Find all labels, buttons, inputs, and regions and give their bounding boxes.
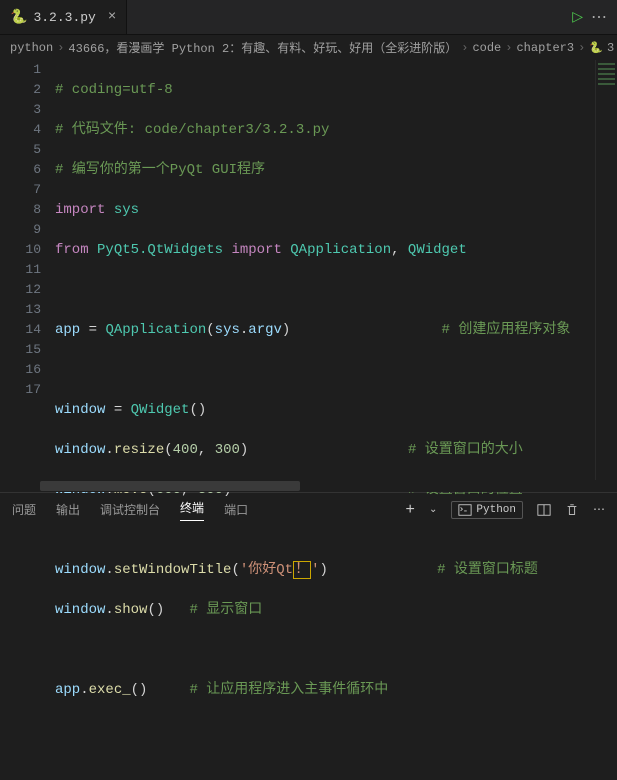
python-file-icon: 🐍 [10,9,27,26]
line-gutter: 1234 5678 9101112 13141516 17 [0,60,55,480]
close-tab-icon[interactable]: × [108,9,116,25]
crumb-item[interactable]: code [472,41,501,55]
editor-tabs: 🐍 3.2.3.py × ▷ ⋯ [0,0,617,35]
tab-more-icon[interactable]: ⋯ [591,7,607,27]
crumb-item[interactable]: 43666，看漫画学 Python 2：有趣、有料、好玩、好用（全彩进阶版） [68,39,457,56]
python-file-icon: 🐍 [589,41,603,55]
crumb-item[interactable]: 3. [607,41,617,55]
crumb-item[interactable]: chapter3 [516,41,574,55]
file-tab[interactable]: 🐍 3.2.3.py × [0,0,127,34]
minimap[interactable] [595,60,617,480]
code-content[interactable]: # coding=utf-8 # 代码文件: code/chapter3/3.2… [55,60,595,480]
tab-filename: 3.2.3.py [33,10,95,25]
code-editor[interactable]: 1234 5678 9101112 13141516 17 # coding=u… [0,60,617,480]
scrollbar-thumb[interactable] [40,481,300,491]
run-controls: ▷ ⋯ [562,0,617,34]
panel-tab-problems[interactable]: 问题 [12,501,36,518]
breadcrumb: python› 43666，看漫画学 Python 2：有趣、有料、好玩、好用（… [0,35,617,60]
run-icon[interactable]: ▷ [572,9,583,26]
horizontal-scrollbar[interactable] [0,480,617,492]
crumb-item[interactable]: python [10,41,53,55]
